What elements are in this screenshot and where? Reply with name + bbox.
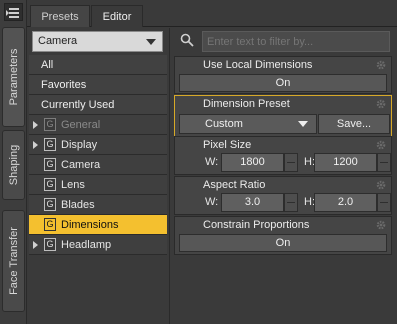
group-icon: G xyxy=(44,138,56,151)
property-dimension-preset: Dimension Preset Custom Save... xyxy=(174,95,392,137)
pixel-width-field[interactable]: 1800 xyxy=(221,153,284,172)
category-item-dimensions[interactable]: G Dimensions xyxy=(29,215,167,235)
chevron-down-icon xyxy=(146,39,156,45)
property-aspect-ratio: Aspect Ratio W: 3.0 H: 2.0 xyxy=(174,176,392,215)
dimension-preset-select[interactable]: Custom xyxy=(179,114,317,134)
tab-editor[interactable]: Editor xyxy=(91,5,143,27)
expand-arrow-icon[interactable] xyxy=(33,141,38,149)
aspect-width-field[interactable]: 3.0 xyxy=(221,193,284,212)
expand-arrow-icon[interactable] xyxy=(33,121,38,129)
tab-parameters[interactable]: Parameters xyxy=(2,27,25,127)
pixel-width-slider[interactable] xyxy=(284,153,298,172)
width-label: W: xyxy=(205,156,219,168)
search-icon xyxy=(180,33,194,47)
aspect-height-slider[interactable] xyxy=(377,193,391,212)
category-label: Headlamp xyxy=(61,239,112,251)
gear-icon[interactable] xyxy=(375,98,387,110)
property-title: Aspect Ratio xyxy=(203,179,266,191)
expand-arrow-icon[interactable] xyxy=(33,241,38,249)
category-item-currently-used[interactable]: Currently Used xyxy=(29,95,167,115)
category-item-lens[interactable]: G Lens xyxy=(29,175,167,195)
dimension-preset-value: Custom xyxy=(205,118,243,130)
chevron-down-icon xyxy=(298,121,308,127)
tab-parameters-label: Parameters xyxy=(7,48,20,106)
category-item-favorites[interactable]: Favorites xyxy=(29,75,167,95)
category-item-display[interactable]: G Display xyxy=(29,135,167,155)
category-list: All Favorites Currently Used G General G… xyxy=(29,55,167,255)
gear-icon[interactable] xyxy=(375,219,387,231)
top-tab-bar: Presets Editor xyxy=(27,5,397,27)
property-title: Pixel Size xyxy=(203,139,252,151)
category-item-camera[interactable]: G Camera xyxy=(29,155,167,175)
gear-icon[interactable] xyxy=(375,139,387,151)
group-icon: G xyxy=(44,238,56,251)
aspect-height-field[interactable]: 2.0 xyxy=(314,193,377,212)
constrain-proportions-toggle[interactable]: On xyxy=(179,234,387,252)
category-item-blades[interactable]: G Blades xyxy=(29,195,167,215)
category-panel: Camera All Favorites Currently Used G Ge… xyxy=(29,28,167,324)
property-title: Use Local Dimensions xyxy=(203,59,313,71)
tab-shaping[interactable]: Shaping xyxy=(2,130,25,200)
category-label: General xyxy=(61,119,101,131)
gear-icon[interactable] xyxy=(375,179,387,191)
tab-shaping-label: Shaping xyxy=(7,144,20,186)
group-icon: G xyxy=(44,198,56,211)
pixel-height-slider[interactable] xyxy=(377,153,391,172)
category-item-general[interactable]: G General xyxy=(29,115,167,135)
property-title: Constrain Proportions xyxy=(203,219,310,231)
pixel-height-field[interactable]: 1200 xyxy=(314,153,377,172)
tab-presets[interactable]: Presets xyxy=(30,5,90,27)
group-icon: G xyxy=(44,118,56,131)
category-label: Dimensions xyxy=(61,219,119,231)
category-dropdown[interactable]: Camera xyxy=(32,31,163,52)
category-item-headlamp[interactable]: G Headlamp xyxy=(29,235,167,255)
vertical-tab-strip: Parameters Shaping Face Transfer xyxy=(0,0,27,324)
width-label: W: xyxy=(205,196,219,208)
property-title: Dimension Preset xyxy=(203,98,290,110)
gear-icon[interactable] xyxy=(375,59,387,71)
property-use-local-dimensions: Use Local Dimensions On xyxy=(174,56,392,94)
category-label: Camera xyxy=(61,159,101,171)
category-dropdown-value: Camera xyxy=(38,35,78,47)
save-preset-button[interactable]: Save... xyxy=(318,114,390,134)
category-label: Lens xyxy=(61,179,85,191)
tab-face-transfer-label: Face Transfer xyxy=(7,227,20,295)
property-pixel-size: Pixel Size W: 1800 H: 1200 xyxy=(174,136,392,175)
aspect-width-slider[interactable] xyxy=(284,193,298,212)
group-icon: G xyxy=(44,178,56,191)
category-item-all[interactable]: All xyxy=(29,55,167,75)
property-constrain-proportions: Constrain Proportions On xyxy=(174,216,392,255)
group-icon: G xyxy=(44,158,56,171)
panel-menu-icon[interactable] xyxy=(4,3,23,21)
category-label: Display xyxy=(61,139,98,151)
category-label: Blades xyxy=(61,199,95,211)
properties-panel: Use Local Dimensions On Dimension Preset… xyxy=(169,28,397,324)
tab-face-transfer[interactable]: Face Transfer xyxy=(2,210,25,312)
empty-panel-area xyxy=(174,256,392,324)
use-local-dimensions-toggle[interactable]: On xyxy=(179,74,387,92)
group-icon: G xyxy=(44,218,56,231)
filter-search-input[interactable] xyxy=(202,31,390,52)
